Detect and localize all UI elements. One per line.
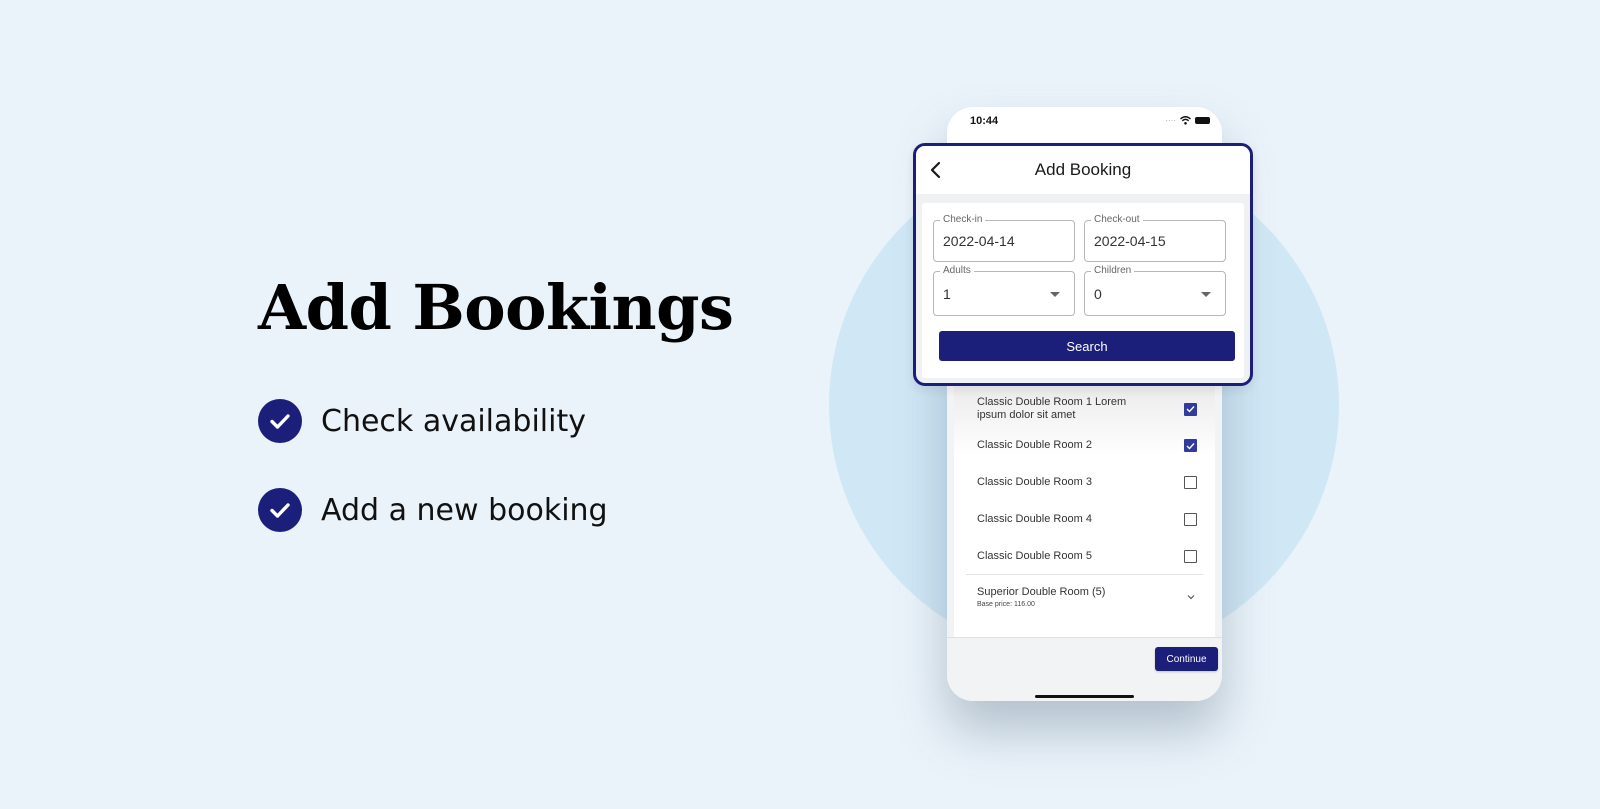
feature-label: Add a new booking bbox=[321, 492, 608, 528]
adults-label: Adults bbox=[940, 265, 974, 277]
status-icons: ···· bbox=[1165, 116, 1210, 125]
search-button[interactable]: Search bbox=[939, 331, 1235, 361]
room-checkbox[interactable] bbox=[1184, 476, 1197, 489]
divider bbox=[966, 574, 1203, 575]
status-time: 10:44 bbox=[970, 115, 999, 127]
room-checkbox[interactable] bbox=[1184, 513, 1197, 526]
card-header: Add Booking bbox=[916, 146, 1250, 194]
check-out-label: Check-out bbox=[1091, 214, 1143, 226]
feature-item: Add a new booking bbox=[258, 488, 608, 532]
room-name: Classic Double Room 5 bbox=[977, 550, 1092, 562]
room-item[interactable]: Classic Double Room 4 bbox=[977, 513, 1197, 526]
home-indicator bbox=[1035, 695, 1134, 698]
chevron-down-icon[interactable] bbox=[1185, 591, 1197, 603]
check-in-label: Check-in bbox=[940, 214, 986, 226]
room-group[interactable]: Superior Double Room (5) Base price: 116… bbox=[977, 586, 1197, 608]
check-in-field[interactable]: Check-in 2022-04-14 bbox=[933, 214, 1075, 262]
add-booking-card: Add Booking Check-in 2022-04-14 Check-ou… bbox=[913, 143, 1253, 386]
check-circle-icon bbox=[258, 399, 302, 443]
bottom-bar: Continue bbox=[947, 637, 1222, 701]
check-circle-icon bbox=[258, 488, 302, 532]
children-value: 0 bbox=[1094, 286, 1102, 302]
room-checkbox[interactable] bbox=[1184, 402, 1197, 416]
wifi-icon bbox=[1180, 116, 1191, 125]
room-name: Classic Double Room 3 bbox=[977, 476, 1092, 488]
promo-section: Add Bookings Check availability Add a ne… bbox=[258, 268, 734, 532]
room-item[interactable]: Classic Double Room 1 Lorem ipsum dolor … bbox=[977, 396, 1197, 422]
room-group-name: Superior Double Room (5) bbox=[977, 586, 1106, 598]
caret-down-icon bbox=[1050, 292, 1060, 297]
battery-icon bbox=[1195, 117, 1210, 124]
room-checkbox[interactable] bbox=[1184, 550, 1197, 563]
feature-label: Check availability bbox=[321, 403, 586, 439]
children-label: Children bbox=[1091, 265, 1135, 277]
feature-item: Check availability bbox=[258, 399, 586, 443]
caret-down-icon bbox=[1201, 292, 1211, 297]
room-checkbox[interactable] bbox=[1184, 439, 1197, 452]
page-title: Add Booking bbox=[1034, 160, 1132, 179]
adults-value: 1 bbox=[943, 286, 951, 302]
check-in-value: 2022-04-14 bbox=[943, 233, 1015, 249]
check-out-field[interactable]: Check-out 2022-04-15 bbox=[1084, 214, 1226, 262]
booking-form: Check-in 2022-04-14 Check-out 2022-04-15… bbox=[922, 203, 1244, 378]
room-name: Classic Double Room 4 bbox=[977, 513, 1092, 525]
adults-select[interactable]: Adults 1 bbox=[933, 265, 1075, 316]
room-item[interactable]: Classic Double Room 5 bbox=[977, 550, 1197, 563]
promo-title: Add Bookings bbox=[258, 271, 734, 344]
room-item[interactable]: Classic Double Room 3 bbox=[977, 476, 1197, 489]
signal-icon: ···· bbox=[1165, 115, 1176, 125]
room-name: Classic Double Room 2 bbox=[977, 439, 1092, 451]
room-item[interactable]: Classic Double Room 2 bbox=[977, 439, 1197, 452]
continue-button[interactable]: Continue bbox=[1155, 647, 1218, 671]
status-bar: 10:44 ···· bbox=[947, 107, 1222, 147]
room-name: Classic Double Room 1 Lorem ipsum dolor … bbox=[977, 396, 1127, 421]
room-list: Classic Double Room 1 Lorem ipsum dolor … bbox=[954, 377, 1215, 639]
children-select[interactable]: Children 0 bbox=[1084, 265, 1226, 316]
room-group-price: Base price: 116.00 bbox=[977, 601, 1035, 608]
check-out-value: 2022-04-15 bbox=[1094, 233, 1166, 249]
